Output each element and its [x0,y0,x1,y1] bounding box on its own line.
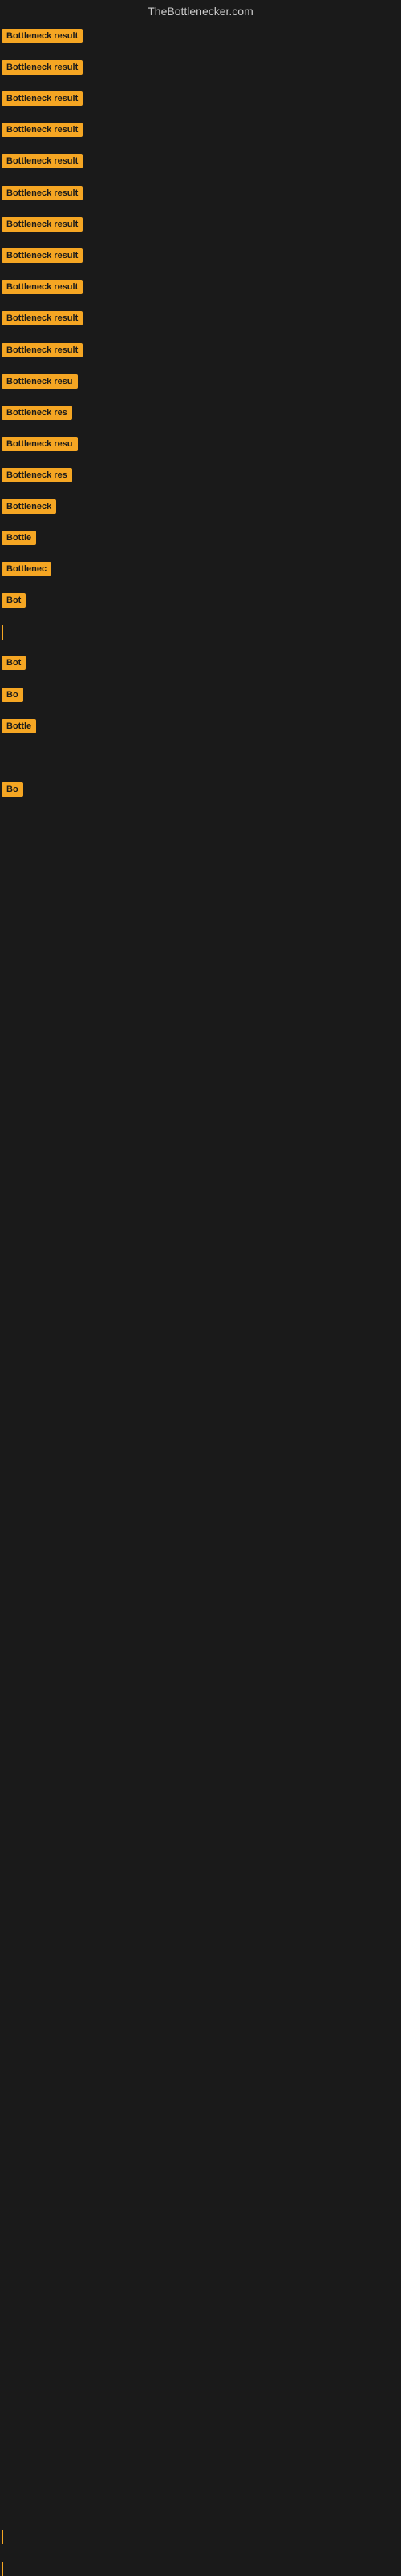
bottleneck-badge-row: Bottleneck result [2,248,83,267]
bottleneck-badge-row: Bottleneck result [2,217,83,236]
bottleneck-badge: Bottleneck resu [2,374,78,389]
bottleneck-badge: Bottleneck res [2,468,72,482]
bottleneck-badge-row: Bottleneck result [2,343,83,361]
bottleneck-badge-row: Bot [2,593,26,612]
bottleneck-badge: Bottleneck [2,499,56,514]
bottleneck-badge-row: Bottleneck result [2,29,83,47]
vertical-line [2,2562,3,2576]
bottleneck-badge: Bottleneck result [2,248,83,263]
bottleneck-badge-row: Bottleneck res [2,468,72,487]
bottleneck-badge: Bottleneck result [2,280,83,294]
bottleneck-badge: Bottleneck result [2,311,83,325]
bottleneck-badge-row: Bo [2,688,23,706]
bottleneck-badge: Bot [2,656,26,670]
bottleneck-badge: Bo [2,782,23,797]
bottleneck-badge: Bottleneck result [2,343,83,357]
bottleneck-badge: Bottleneck result [2,60,83,75]
bottleneck-badge-row: Bo [2,782,23,801]
bottleneck-badge-row: Bottleneck result [2,311,83,329]
bottleneck-badge-row: Bottleneck resu [2,374,78,393]
bottleneck-badge: Bottleneck result [2,29,83,43]
bottleneck-badge-row: Bottlenec [2,562,51,580]
bottleneck-badge: Bottleneck result [2,91,83,106]
bottleneck-badge: Bottleneck result [2,154,83,168]
bottleneck-badge: Bottleneck res [2,406,72,420]
vertical-line [2,625,3,640]
bottleneck-badge: Bottlenec [2,562,51,576]
bottleneck-badge-row: Bot [2,656,26,674]
bottleneck-badge: Bo [2,688,23,702]
page-container: TheBottlenecker.com Bottleneck result Bot… [0,0,401,2565]
bottleneck-badge-row: Bottle [2,719,36,737]
vertical-line [2,2530,3,2544]
bottleneck-badge: Bottle [2,531,36,545]
bottleneck-badge: Bottleneck result [2,186,83,200]
site-title: TheBottlenecker.com [0,0,401,21]
bottleneck-badge: Bottleneck result [2,217,83,232]
bottleneck-badge-row: Bottleneck result [2,280,83,298]
bottleneck-badge: Bottleneck result [2,123,83,137]
bottleneck-badge: Bottleneck resu [2,437,78,451]
bottleneck-badge-row: Bottleneck result [2,154,83,172]
bottleneck-badge-row: Bottleneck result [2,186,83,204]
bottleneck-badge-row: Bottleneck res [2,406,72,424]
bottleneck-badge: Bottle [2,719,36,733]
bottleneck-badge-row: Bottleneck result [2,123,83,141]
bottleneck-badge-row: Bottleneck resu [2,437,78,455]
bottleneck-badge-row: Bottleneck result [2,91,83,110]
bottleneck-badge-row: Bottleneck [2,499,56,518]
bottleneck-badge: Bot [2,593,26,608]
bottleneck-badge-row: Bottleneck result [2,60,83,79]
bottleneck-badge-row: Bottle [2,531,36,549]
